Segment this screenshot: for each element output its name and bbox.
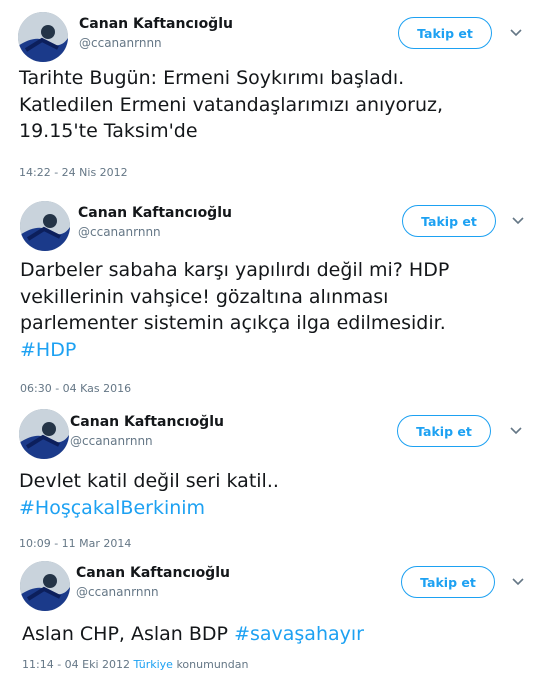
tweet-text-line: Aslan CHP, Aslan BDP <box>22 623 235 645</box>
tweet-1: Canan Kaftancıoğlu @ccananrnnn Takip et … <box>0 0 553 190</box>
timestamp-line: 11:14 - 04 Eki 2012 Türkiye konumundan <box>22 658 248 671</box>
tweet-text-line: Tarihte Bugün: Ermeni Soykırımı başladı. <box>19 67 405 89</box>
hashtag-link[interactable]: #HoşçakalBerkinim <box>19 495 279 522</box>
avatar[interactable] <box>18 12 68 62</box>
tweet-text: Darbeler sabaha karşı yapılırdı değil mi… <box>20 257 449 363</box>
username[interactable]: @ccananrnnn <box>70 434 153 448</box>
tweet-text-line: Katledilen Ermeni vatandaşlarımızı anıyo… <box>19 93 444 116</box>
tweet-text-line: Devlet katil değil seri katil.. <box>19 470 279 492</box>
hashtag-link[interactable]: #HDP <box>20 337 449 364</box>
timestamp[interactable]: 11:14 - 04 Eki 2012 <box>22 658 130 671</box>
tweet-text-line: parlementer sistemin açıkça ilga edilmes… <box>20 312 446 334</box>
tweet-text-line: Darbeler sabaha karşı yapılırdı değil mi… <box>20 259 450 281</box>
location-suffix: konumundan <box>172 658 249 671</box>
avatar[interactable] <box>20 561 70 611</box>
follow-button[interactable]: Takip et <box>402 205 496 237</box>
chevron-down-icon[interactable] <box>510 427 522 435</box>
avatar[interactable] <box>20 201 70 251</box>
tweet-text: Tarihte Bugün: Ermeni Soykırımı başladı.… <box>19 65 443 145</box>
timestamp[interactable]: 10:09 - 11 Mar 2014 <box>19 537 131 550</box>
chevron-down-icon[interactable] <box>512 578 524 586</box>
tweet-text: Devlet katil değil seri katil.. #Hoşçaka… <box>19 468 279 521</box>
hashtag-link[interactable]: #savaşahayır <box>234 623 364 645</box>
username[interactable]: @ccananrnnn <box>79 36 162 50</box>
avatar[interactable] <box>19 409 69 459</box>
tweet-3: Canan Kaftancıoğlu @ccananrnnn Takip et … <box>0 400 553 555</box>
tweet-text-line: vekillerinin vahşice! gözaltına alınması <box>20 285 389 308</box>
location-link[interactable]: Türkiye <box>134 658 173 671</box>
tweet-text-line: 19.15'te Taksim'de <box>19 120 198 142</box>
display-name[interactable]: Canan Kaftancıoğlu <box>79 16 233 32</box>
display-name[interactable]: Canan Kaftancıoğlu <box>76 565 230 581</box>
username[interactable]: @ccananrnnn <box>76 585 159 599</box>
username[interactable]: @ccananrnnn <box>78 225 161 239</box>
display-name[interactable]: Canan Kaftancıoğlu <box>78 205 232 221</box>
tweet-text: Aslan CHP, Aslan BDP #savaşahayır <box>22 621 364 648</box>
timestamp[interactable]: 14:22 - 24 Nis 2012 <box>19 166 128 179</box>
tweet-2: Canan Kaftancıoğlu @ccananrnnn Takip et … <box>0 190 553 400</box>
tweet-4: Canan Kaftancıoğlu @ccananrnnn Takip et … <box>0 555 553 678</box>
follow-button[interactable]: Takip et <box>401 566 495 598</box>
timestamp[interactable]: 06:30 - 04 Kas 2016 <box>20 382 131 395</box>
chevron-down-icon[interactable] <box>512 217 524 225</box>
chevron-down-icon[interactable] <box>510 29 522 37</box>
follow-button[interactable]: Takip et <box>398 17 492 49</box>
follow-button[interactable]: Takip et <box>397 415 491 447</box>
display-name[interactable]: Canan Kaftancıoğlu <box>70 414 224 430</box>
